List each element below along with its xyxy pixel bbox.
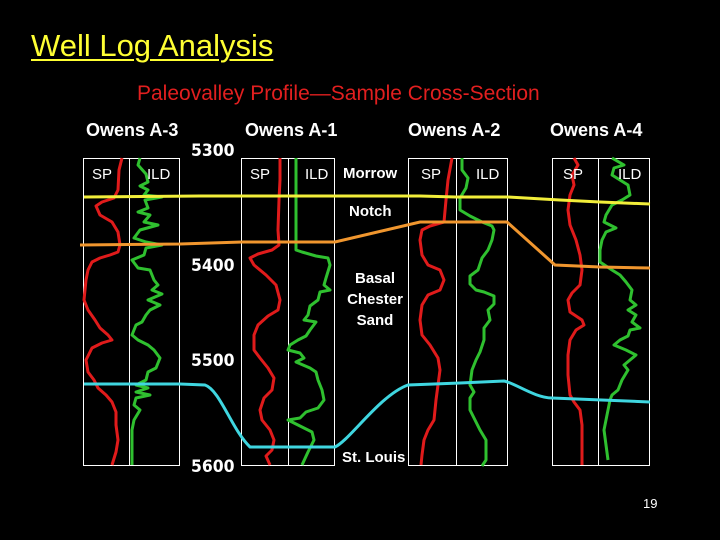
track-box-owens-a2 — [408, 158, 508, 466]
track-label-ild-owens-a3: ILD — [147, 166, 171, 183]
sp-curve-owens-a1 — [248, 158, 282, 466]
formation-label-basal: Basal — [354, 270, 396, 287]
track-label-ild-owens-a4: ILD — [618, 166, 642, 183]
formation-label-basal-chester-sand: Basal Chester Sand — [340, 268, 410, 331]
st-louis-correlation-line — [84, 379, 651, 449]
depth-label-5400: 5400 — [191, 256, 235, 276]
track-label-sp-owens-a4: SP — [563, 166, 584, 183]
track-label-sp-owens-a1: SP — [250, 166, 271, 183]
ild-curve-owens-a2 — [458, 158, 496, 467]
formation-label-morrow: Morrow — [343, 165, 398, 182]
depth-label-5600: 5600 — [191, 457, 235, 477]
notch-correlation-line — [79, 220, 651, 270]
track-label-ild-owens-a1: ILD — [305, 166, 329, 183]
formation-label-chester: Chester — [347, 291, 403, 308]
formation-label-notch: Notch — [349, 203, 392, 220]
depth-label-5500: 5500 — [191, 351, 235, 371]
ild-curve-owens-a1 — [286, 158, 332, 466]
sp-curve-owens-a4 — [566, 157, 586, 465]
track-label-sp-owens-a3: SP — [92, 166, 113, 183]
sp-curve-owens-a3 — [82, 157, 124, 466]
sp-curve-owens-a2 — [418, 157, 454, 466]
page-number: 19 — [643, 496, 658, 511]
ild-curve-owens-a3 — [130, 157, 164, 465]
track-label-ild-owens-a2: ILD — [476, 166, 500, 183]
formation-label-sand: Sand — [356, 312, 394, 329]
formation-label-st-louis: St. Louis — [342, 449, 406, 466]
depth-label-5300: 5300 — [191, 141, 235, 161]
track-label-sp-owens-a2: SP — [421, 166, 442, 183]
